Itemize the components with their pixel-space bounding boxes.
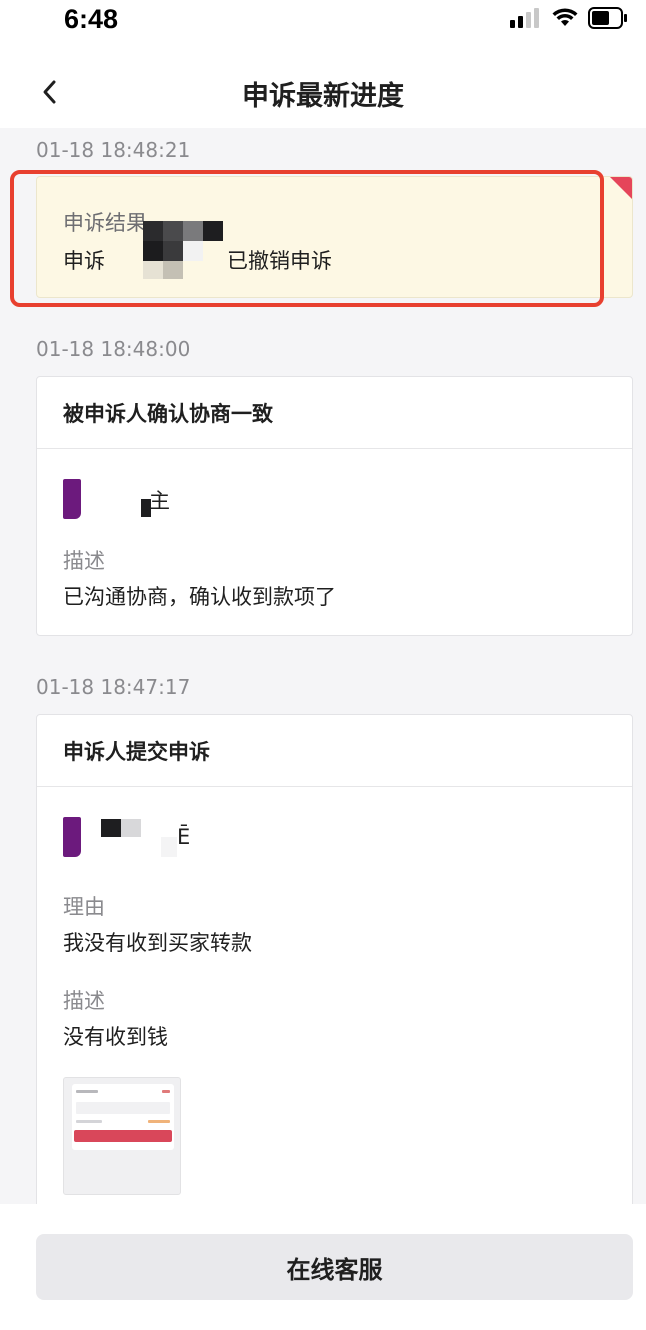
reason-value: 我没有收到买家转款 [63, 931, 252, 955]
user-name-fragment: Ē [177, 825, 191, 849]
timestamp: 01-18 18:48:00 [36, 337, 191, 361]
customer-service-button[interactable]: 在线客服 [36, 1234, 633, 1300]
event-title: 被申诉人确认协商一致 [37, 377, 632, 449]
desc-label: 描述 [63, 549, 105, 573]
timestamp: 01-18 18:47:17 [36, 675, 191, 699]
desc-label: 描述 [63, 989, 105, 1013]
user-name-fragment: 主 [149, 489, 170, 513]
top-bar: 6:48 申诉最新进度 [0, 0, 646, 128]
corner-mark [610, 177, 632, 199]
status-icons [510, 6, 628, 30]
desc-value: 没有收到钱 [63, 1025, 168, 1049]
reason-label: 理由 [63, 895, 105, 919]
bottom-bar: 在线客服 [0, 1204, 646, 1330]
highlight-box [10, 170, 604, 307]
desc-value: 已沟通协商，确认收到款项了 [63, 585, 336, 609]
event-title: 申诉人提交申诉 [37, 715, 632, 787]
page-title: 申诉最新进度 [242, 81, 404, 112]
timestamp: 01-18 18:48:21 [36, 138, 191, 162]
battery-icon [588, 7, 627, 29]
evidence-thumbnail[interactable] [63, 1077, 181, 1195]
signal-icon [510, 8, 539, 28]
wifi-icon [552, 8, 578, 26]
status-time: 6:48 [64, 4, 119, 34]
event-card: 被申诉人确认协商一致 主 描述 已沟通协商，确认收到款项了 [36, 376, 633, 636]
event-card: 申诉人提交申诉 Ē 理由 我没有收到买家转款 描述 没有收到钱 [36, 714, 633, 1214]
thumbnail-button [74, 1130, 172, 1142]
